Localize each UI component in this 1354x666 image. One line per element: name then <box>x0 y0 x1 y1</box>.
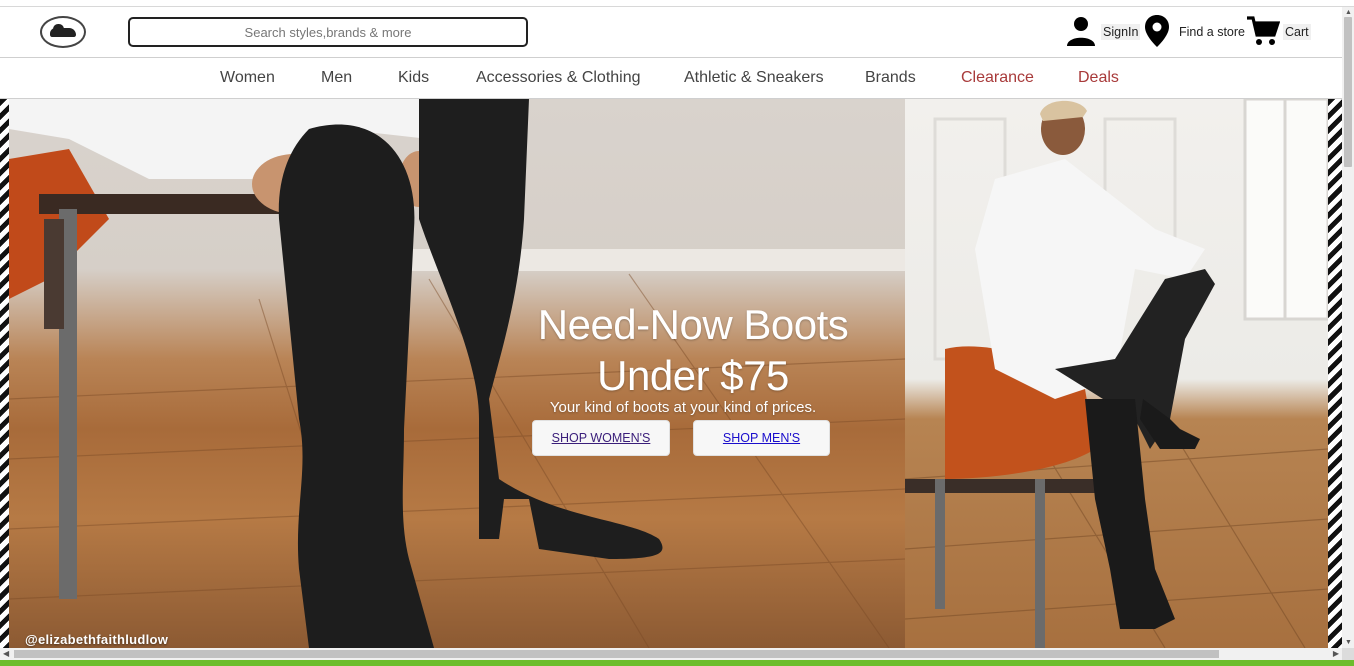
nav-item-women[interactable]: Women <box>220 69 275 87</box>
scrollbar-corner <box>1342 648 1354 660</box>
user-icon <box>1064 14 1098 51</box>
browser-top-strip <box>0 0 1354 7</box>
scroll-up-arrow-icon[interactable]: ▲ <box>1345 9 1352 16</box>
shopping-cart-icon <box>1246 14 1281 51</box>
nav-item-brands[interactable]: Brands <box>865 69 916 87</box>
signin-label: SignIn <box>1101 24 1141 40</box>
hero-stripe-left <box>0 99 9 648</box>
photo-credit: @elizabethfaithludlow <box>25 632 169 647</box>
horizontal-scrollbar[interactable]: ◀ ▶ <box>0 648 1342 660</box>
horizontal-scroll-thumb[interactable] <box>14 650 1219 658</box>
nav-item-men[interactable]: Men <box>321 69 352 87</box>
hero-stripe-right <box>1328 99 1342 648</box>
vertical-scroll-thumb[interactable] <box>1344 17 1352 167</box>
find-store-button[interactable]: Find a store <box>1144 14 1247 51</box>
hero-headline: Need-Now Boots Under $75 <box>508 299 878 401</box>
location-pin-icon <box>1144 14 1170 51</box>
page: SignIn Find a store Cart <box>0 0 1354 666</box>
find-store-label: Find a store <box>1179 25 1246 39</box>
scroll-left-arrow-icon[interactable]: ◀ <box>3 649 9 658</box>
shop-womens-button[interactable]: SHOP WOMEN'S <box>532 420 670 456</box>
cart-label: Cart <box>1283 24 1311 40</box>
category-nav: Women Men Kids Accessories & Clothing At… <box>0 59 1342 99</box>
cart-button[interactable]: Cart <box>1246 15 1311 49</box>
nav-item-deals[interactable]: Deals <box>1078 69 1119 87</box>
nav-item-kids[interactable]: Kids <box>398 69 429 87</box>
scroll-down-arrow-icon[interactable]: ▼ <box>1345 639 1352 646</box>
site-logo[interactable] <box>40 16 86 48</box>
shoe-logo-icon <box>50 23 76 37</box>
hero-headline-line2: Under $75 <box>597 352 789 399</box>
site-header: SignIn Find a store Cart <box>0 7 1342 58</box>
hero-banner[interactable]: Need-Now Boots Under $75 Your kind of bo… <box>0 99 1342 648</box>
hero-headline-line1: Need-Now Boots <box>537 301 849 348</box>
bottom-accent-bar <box>0 660 1354 666</box>
search-input[interactable] <box>128 17 528 47</box>
shop-mens-button[interactable]: SHOP MEN'S <box>693 420 830 456</box>
scroll-right-arrow-icon[interactable]: ▶ <box>1333 649 1339 658</box>
nav-item-clearance[interactable]: Clearance <box>961 69 1034 87</box>
nav-item-accessories-clothing[interactable]: Accessories & Clothing <box>476 69 641 87</box>
hero-photo-model-seated <box>905 99 1328 648</box>
hero-subtitle: Your kind of boots at your kind of price… <box>549 399 817 416</box>
nav-item-athletic-sneakers[interactable]: Athletic & Sneakers <box>684 69 824 87</box>
vertical-scrollbar[interactable]: ▲ ▼ <box>1342 7 1354 648</box>
signin-button[interactable]: SignIn <box>1064 14 1141 51</box>
